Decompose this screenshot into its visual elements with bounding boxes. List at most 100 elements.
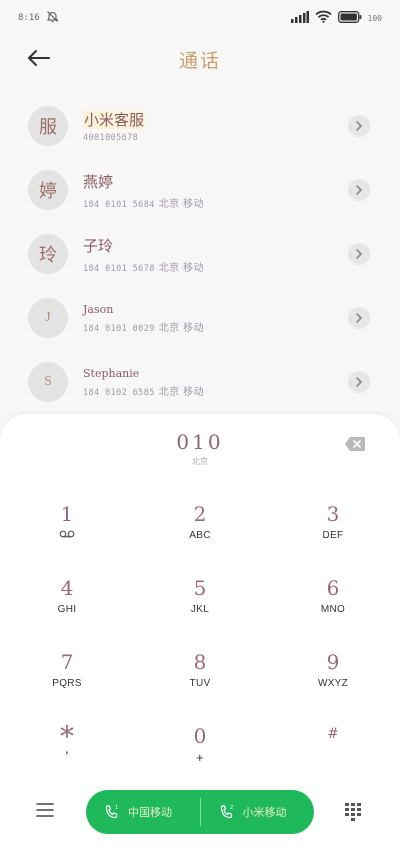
contact-row[interactable]: 玲 子玲 184 0101 5678 北京 移动 bbox=[0, 222, 400, 286]
contact-suggestion-list: 服 小米客服 4001005678 婷 燕婷 184 0101 5684 北京 移… bbox=[0, 94, 400, 414]
key-letters: DEF bbox=[322, 530, 344, 541]
call-sim1-button[interactable]: 1 中国移动 bbox=[86, 790, 200, 834]
key-1[interactable]: 1 bbox=[12, 500, 122, 560]
contact-number: 184 0101 5678 北京 移动 bbox=[83, 259, 204, 274]
contact-number: 4001005678 bbox=[83, 133, 139, 143]
dialed-number: 010 bbox=[176, 430, 224, 454]
key-digit: 1 bbox=[60, 502, 74, 526]
svg-text:2: 2 bbox=[230, 805, 233, 811]
key-letters: PQRS bbox=[52, 678, 82, 689]
avatar: 服 bbox=[28, 106, 68, 146]
contact-detail-button[interactable] bbox=[348, 307, 370, 329]
sim2-carrier-label: 小米移动 bbox=[242, 806, 287, 819]
key-letters: WXYZ bbox=[317, 678, 349, 689]
key-digit: 7 bbox=[60, 650, 74, 674]
key-8[interactable]: 8 TUV bbox=[145, 648, 255, 708]
phone-number: 184 0102 6585 bbox=[83, 387, 155, 398]
chevron-right-icon bbox=[356, 313, 362, 323]
status-bar: 8:16 100 bbox=[0, 0, 400, 36]
contact-name: 子玲 bbox=[83, 236, 114, 255]
contact-name-text: 小米客服 bbox=[83, 111, 146, 129]
key-hash[interactable]: # bbox=[278, 722, 388, 782]
key-digit: 4 bbox=[60, 576, 74, 600]
menu-icon bbox=[36, 803, 54, 817]
call-sim2-button[interactable]: 2 小米移动 bbox=[201, 790, 315, 834]
key-digit: # bbox=[327, 726, 339, 742]
key-7[interactable]: 7 PQRS bbox=[12, 648, 122, 708]
key-4[interactable]: 4 GHI bbox=[12, 574, 122, 634]
delete-button[interactable] bbox=[344, 436, 368, 454]
battery-percent: 100 bbox=[367, 13, 382, 23]
key-9[interactable]: 9 WXYZ bbox=[278, 648, 388, 708]
chevron-right-icon bbox=[356, 249, 362, 259]
key-letters: ABC bbox=[189, 530, 211, 541]
phone-number: 184 0101 5684 bbox=[83, 199, 155, 210]
contact-name: 小米客服 bbox=[83, 109, 146, 130]
key-digit: 8 bbox=[193, 650, 207, 674]
carrier-location: 北京 移动 bbox=[158, 198, 204, 210]
contact-number: 184 0101 0029 北京 移动 bbox=[83, 319, 204, 334]
contact-detail-button[interactable] bbox=[348, 115, 370, 137]
contact-detail-button[interactable] bbox=[348, 371, 370, 393]
call-button-group: 1 中国移动 2 小米移动 bbox=[86, 790, 314, 834]
header: 通话 bbox=[0, 36, 400, 80]
avatar: 玲 bbox=[28, 234, 68, 274]
carrier-location: 北京 移动 bbox=[158, 262, 204, 274]
menu-button[interactable] bbox=[36, 802, 58, 822]
key-digit: 2 bbox=[193, 502, 207, 526]
wifi-icon bbox=[314, 10, 332, 26]
key-digit: 6 bbox=[326, 576, 340, 600]
key-2[interactable]: 2 ABC bbox=[145, 500, 255, 560]
key-letters: JKL bbox=[190, 604, 210, 615]
contact-name: Jason bbox=[83, 302, 114, 316]
key-0[interactable]: 0 + bbox=[145, 722, 255, 782]
key-letters: , bbox=[64, 740, 70, 756]
carrier-location: 北京 移动 bbox=[158, 386, 204, 398]
status-time: 8:16 bbox=[18, 13, 40, 23]
chevron-right-icon bbox=[356, 185, 362, 195]
contact-number: 184 0102 6585 北京 移动 bbox=[83, 383, 204, 398]
key-letters: TUV bbox=[189, 678, 211, 689]
phone-number: 184 0101 0029 bbox=[83, 323, 155, 334]
contact-row[interactable]: 服 小米客服 4001005678 bbox=[0, 94, 400, 158]
backspace-icon bbox=[345, 437, 365, 451]
contact-row[interactable]: S Stephanie 184 0102 6585 北京 移动 bbox=[0, 350, 400, 414]
contact-row[interactable]: 婷 燕婷 184 0101 5684 北京 移动 bbox=[0, 158, 400, 222]
key-letters: MNO bbox=[320, 604, 346, 615]
key-3[interactable]: 3 DEF bbox=[278, 500, 388, 560]
chevron-right-icon bbox=[356, 121, 362, 131]
contact-number: 184 0101 5684 北京 移动 bbox=[83, 195, 204, 210]
number-location: 北京 bbox=[192, 457, 208, 466]
page-title: 通话 bbox=[178, 50, 221, 72]
dial-display: 010 北京 bbox=[0, 430, 400, 467]
key-digit: 3 bbox=[326, 502, 340, 526]
key-6[interactable]: 6 MNO bbox=[278, 574, 388, 634]
contact-name: Stephanie bbox=[83, 366, 140, 380]
phone-sim1-icon: 1 bbox=[105, 805, 118, 819]
key-5[interactable]: 5 JKL bbox=[145, 574, 255, 634]
svg-text:1: 1 bbox=[115, 805, 118, 811]
contact-detail-button[interactable] bbox=[348, 243, 370, 265]
key-digit: 9 bbox=[326, 650, 340, 674]
keypad-toggle-button[interactable] bbox=[344, 802, 364, 822]
signal-icon bbox=[290, 10, 309, 26]
key-star[interactable]: * , bbox=[12, 722, 122, 782]
contact-detail-button[interactable] bbox=[348, 179, 370, 201]
voicemail-icon bbox=[59, 530, 75, 538]
phone-number: 184 0101 5678 bbox=[83, 263, 155, 274]
chevron-right-icon bbox=[356, 377, 362, 387]
key-digit: 0 bbox=[193, 724, 207, 748]
key-letters: GHI bbox=[57, 604, 77, 615]
phone-sim2-icon: 2 bbox=[220, 805, 233, 819]
carrier-location: 北京 移动 bbox=[158, 322, 204, 334]
battery-icon bbox=[337, 10, 362, 26]
mute-bell-icon bbox=[46, 10, 59, 26]
contact-row[interactable]: J Jason 184 0101 0029 北京 移动 bbox=[0, 286, 400, 350]
bottom-bar: 1 中国移动 2 小米移动 bbox=[0, 790, 400, 834]
avatar: 婷 bbox=[28, 170, 68, 210]
avatar: J bbox=[28, 298, 68, 338]
dialpad-icon bbox=[345, 803, 361, 821]
key-letters: + bbox=[196, 750, 204, 765]
key-digit: 5 bbox=[193, 576, 207, 600]
avatar: S bbox=[28, 362, 68, 402]
